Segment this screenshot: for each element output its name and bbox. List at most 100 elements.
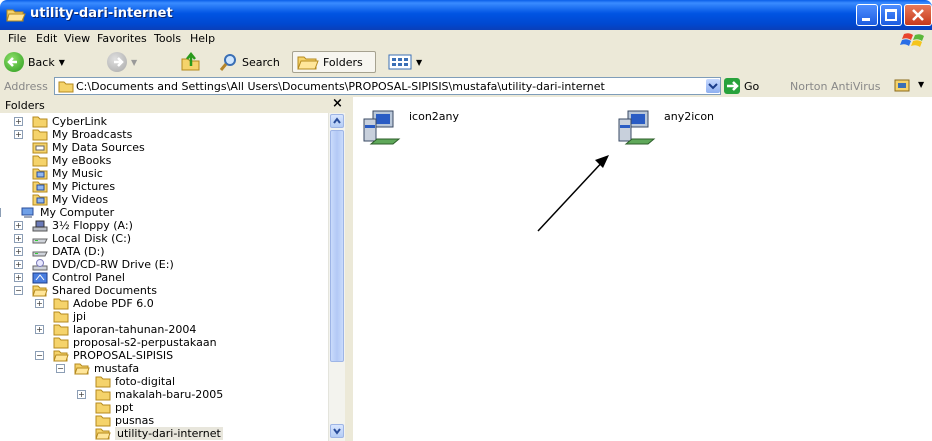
- folders-pane-close-button[interactable]: ×: [332, 96, 343, 111]
- tree-item-label: mustafa: [94, 362, 140, 375]
- tree-item-label: My Videos: [52, 193, 109, 206]
- address-input[interactable]: C:\Documents and Settings\All Users\Docu…: [54, 77, 721, 95]
- folder-tree[interactable]: + CyberLink + My Broadcasts My Data Sources M…: [0, 113, 328, 441]
- tree-item[interactable]: My Pictures: [32, 180, 115, 193]
- maximize-button[interactable]: [880, 4, 902, 26]
- back-dropdown-icon[interactable]: ▼: [59, 58, 65, 67]
- folder-icon: [53, 337, 69, 348]
- tree-item[interactable]: Shared Documents: [32, 284, 157, 297]
- expand-toggle-icon[interactable]: +: [14, 130, 23, 139]
- scroll-up-button[interactable]: [330, 114, 344, 128]
- norton-icon[interactable]: [894, 78, 912, 94]
- address-dropdown-button[interactable]: [706, 79, 720, 93]
- scroll-thumb[interactable]: [330, 130, 344, 362]
- tree-item-label: makalah-baru-2005: [115, 388, 224, 401]
- close-button[interactable]: [904, 4, 932, 26]
- tree-item[interactable]: ppt: [95, 401, 133, 414]
- tree-item-label: utility-dari-internet: [115, 427, 223, 440]
- expand-toggle-icon[interactable]: +: [14, 273, 23, 282]
- tree-item[interactable]: pusnas: [95, 414, 154, 427]
- tree-item[interactable]: My Music: [32, 167, 103, 180]
- tree-item[interactable]: mustafa: [74, 362, 139, 375]
- file-label: any2icon: [664, 110, 715, 123]
- tree-item[interactable]: laporan-tahunan-2004: [53, 323, 196, 336]
- tree-item[interactable]: Adobe PDF 6.0: [53, 297, 154, 310]
- norton-antivirus-label[interactable]: Norton AntiVirus: [790, 80, 880, 93]
- tree-item-label: DATA (D:): [52, 245, 105, 258]
- minimize-button[interactable]: [856, 4, 878, 26]
- windows-logo-icon: [900, 33, 924, 47]
- tree-item[interactable]: utility-dari-internet: [95, 427, 223, 440]
- tree-item[interactable]: My Broadcasts: [32, 128, 132, 141]
- expand-toggle-icon[interactable]: +: [35, 325, 44, 334]
- installer-icon: [363, 110, 401, 145]
- file-label: icon2any: [409, 110, 460, 123]
- music-folder-icon: [32, 168, 48, 179]
- menu-favorites[interactable]: Favorites: [97, 32, 147, 45]
- tree-item[interactable]: 3½ Floppy (A:): [32, 219, 133, 232]
- menu-tools[interactable]: Tools: [154, 32, 181, 45]
- tree-item[interactable]: DVD/CD-RW Drive (E:): [32, 258, 174, 271]
- tree-item-label: laporan-tahunan-2004: [73, 323, 197, 336]
- menu-view[interactable]: View: [64, 32, 90, 45]
- norton-dropdown-icon[interactable]: ▼: [918, 80, 924, 89]
- go-label[interactable]: Go: [744, 80, 759, 93]
- search-label: Search: [242, 55, 280, 69]
- tree-item[interactable]: Local Disk (C:): [32, 232, 131, 245]
- expand-toggle-icon[interactable]: +: [35, 299, 44, 308]
- collapse-toggle-icon[interactable]: −: [56, 364, 65, 373]
- file-item-icon2any[interactable]: icon2any: [359, 105, 479, 145]
- tree-item[interactable]: jpi: [53, 310, 86, 323]
- collapse-toggle-icon[interactable]: −: [14, 286, 23, 295]
- file-list-area[interactable]: icon2any any2icon: [353, 97, 932, 441]
- scroll-down-button[interactable]: [330, 424, 344, 438]
- forward-button[interactable]: ▼: [107, 51, 137, 73]
- tree-item-label: jpi: [73, 310, 87, 323]
- chevron-down-icon: [708, 83, 718, 90]
- tree-item[interactable]: DATA (D:): [32, 245, 105, 258]
- expand-toggle-icon[interactable]: +: [14, 260, 23, 269]
- expand-toggle-icon[interactable]: +: [77, 390, 86, 399]
- file-item-any2icon[interactable]: any2icon: [614, 105, 734, 145]
- folder-icon: [95, 389, 111, 400]
- expand-toggle-icon[interactable]: +: [14, 247, 23, 256]
- tree-item-label: Adobe PDF 6.0: [73, 297, 154, 310]
- title-bar[interactable]: utility-dari-internet: [0, 0, 932, 30]
- tree-item[interactable]: CyberLink: [32, 115, 107, 128]
- folder-icon: [53, 311, 69, 322]
- expand-toggle-icon[interactable]: +: [14, 234, 23, 243]
- views-dropdown-icon[interactable]: ▼: [416, 58, 422, 67]
- back-button[interactable]: Back ▼: [4, 51, 65, 73]
- forward-dropdown-icon[interactable]: ▼: [131, 58, 137, 67]
- tree-item[interactable]: My eBooks: [32, 154, 111, 167]
- folder-icon: [32, 129, 48, 140]
- minimize-icon: [862, 18, 870, 21]
- data-sources-icon: [32, 142, 48, 153]
- menu-edit[interactable]: Edit: [36, 32, 57, 45]
- search-button[interactable]: Search: [218, 51, 280, 73]
- folders-icon: [297, 56, 319, 70]
- go-button[interactable]: [724, 78, 740, 94]
- tree-item[interactable]: makalah-baru-2005: [95, 388, 223, 401]
- menu-bar: File Edit View Favorites Tools Help: [0, 30, 932, 49]
- tree-item[interactable]: PROPOSAL-SIPISIS: [53, 349, 173, 362]
- tree-item[interactable]: proposal-s2-perpustakaan: [53, 336, 217, 349]
- collapse-toggle-icon[interactable]: −: [0, 208, 1, 217]
- tree-item[interactable]: My Data Sources: [32, 141, 145, 154]
- address-bar: Address C:\Documents and Settings\All Us…: [0, 75, 932, 98]
- up-folder-button[interactable]: [180, 51, 202, 73]
- pane-splitter[interactable]: [345, 97, 353, 441]
- tree-item[interactable]: My Computer: [20, 206, 114, 219]
- views-button[interactable]: ▼: [388, 51, 422, 73]
- folders-button[interactable]: Folders: [292, 51, 376, 73]
- expand-toggle-icon[interactable]: +: [14, 117, 23, 126]
- tree-item[interactable]: My Videos: [32, 193, 108, 206]
- menu-help[interactable]: Help: [190, 32, 215, 45]
- tree-item[interactable]: foto-digital: [95, 375, 175, 388]
- tree-item-label: My Pictures: [52, 180, 116, 193]
- expand-toggle-icon[interactable]: +: [14, 221, 23, 230]
- collapse-toggle-icon[interactable]: −: [35, 351, 44, 360]
- menu-file[interactable]: File: [8, 32, 26, 45]
- maximize-icon: [885, 9, 897, 21]
- tree-item[interactable]: Control Panel: [32, 271, 125, 284]
